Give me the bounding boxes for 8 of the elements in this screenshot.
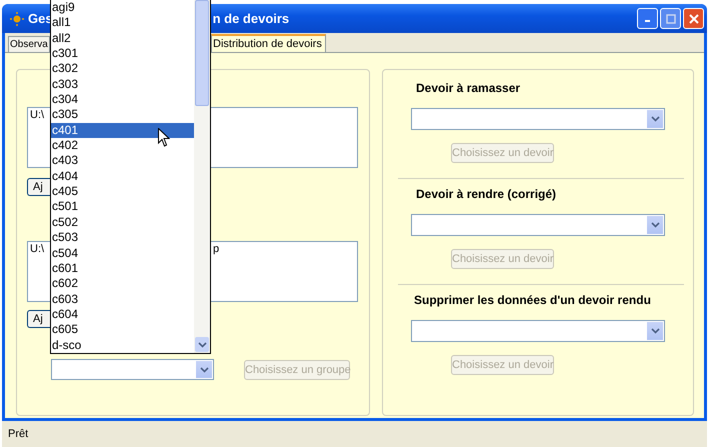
section-heading: Devoir à ramasser bbox=[416, 81, 522, 97]
path-text: p bbox=[213, 243, 220, 255]
section-heading: Devoir à rendre (corrigé) bbox=[416, 187, 558, 203]
path-text: U:\ bbox=[30, 243, 44, 255]
path-text: U:\ bbox=[30, 109, 44, 121]
status-text: Prêt bbox=[8, 428, 28, 440]
window-title: n de devoirs bbox=[212, 11, 290, 26]
section-heading: Supprimer les données d'un devoir rendu bbox=[414, 293, 652, 309]
